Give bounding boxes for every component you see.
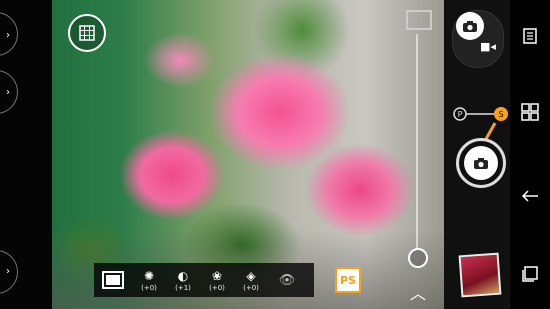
contrast-icon: ◐ <box>177 268 189 283</box>
exposure-icon: ✺ <box>143 268 155 283</box>
chevron-right-icon: › <box>6 87 10 98</box>
sharpness-value: (+0) <box>243 283 259 292</box>
contrast-button[interactable]: ◐ (+1) <box>166 263 200 297</box>
preview-button[interactable]: 👁 <box>270 263 304 297</box>
chevron-right-icon: › <box>6 30 10 41</box>
program-mode-label: P <box>458 110 463 119</box>
menu-icon <box>523 28 537 44</box>
shutter-button[interactable] <box>456 138 506 188</box>
grid-icon <box>79 25 95 41</box>
orange-pin-icon <box>484 122 497 140</box>
sharpness-button[interactable]: ◈ (+0) <box>234 263 268 297</box>
shutter-mode-label: S <box>498 110 503 119</box>
aspect-ratio-button[interactable] <box>96 263 130 297</box>
eye-icon: 👁 <box>278 272 296 288</box>
back-arrow-icon <box>521 190 538 202</box>
chevron-right-icon: › <box>6 266 10 277</box>
program-shutter-toggle[interactable]: P S <box>452 104 510 124</box>
zoom-slider-knob[interactable] <box>408 248 428 268</box>
photo-mode-button[interactable] <box>456 12 484 40</box>
contrast-value: (+1) <box>175 283 191 292</box>
ps-mode-button[interactable]: PS <box>335 267 361 293</box>
zoom-slider-track[interactable] <box>416 34 418 248</box>
saturation-button[interactable]: ❀ (+0) <box>200 263 234 297</box>
left-control-bar: › › › <box>0 0 52 309</box>
sharpness-icon: ◈ <box>246 268 256 283</box>
settings-toolbar: ✺ (+0) ◐ (+1) ❀ (+0) ◈ (+0) 👁 <box>94 263 314 297</box>
menu-button[interactable] <box>510 16 550 56</box>
camera-icon <box>474 157 488 169</box>
recent-apps-grid-button[interactable] <box>510 92 550 132</box>
exposure-button[interactable]: ✺ (+0) <box>132 263 166 297</box>
aspect-ratio-icon <box>102 271 124 289</box>
focus-frame-icon[interactable] <box>406 10 432 30</box>
gallery-grid-button[interactable] <box>68 14 106 52</box>
apps-grid-icon <box>521 103 539 121</box>
recents-icon <box>522 266 538 282</box>
ps-mode-label: PS <box>340 273 356 287</box>
exposure-value: (+0) <box>141 283 157 292</box>
system-navigation-bar <box>510 0 550 309</box>
last-photo-thumbnail[interactable] <box>458 252 502 298</box>
saturation-value: (+0) <box>209 283 225 292</box>
back-button[interactable] <box>510 176 550 216</box>
chevron-up-icon[interactable]: ︿ <box>410 280 426 304</box>
video-camera-icon[interactable]: ■◂ <box>480 40 496 53</box>
saturation-icon: ❀ <box>211 268 223 283</box>
camera-icon <box>463 20 477 32</box>
recents-button[interactable] <box>510 254 550 294</box>
